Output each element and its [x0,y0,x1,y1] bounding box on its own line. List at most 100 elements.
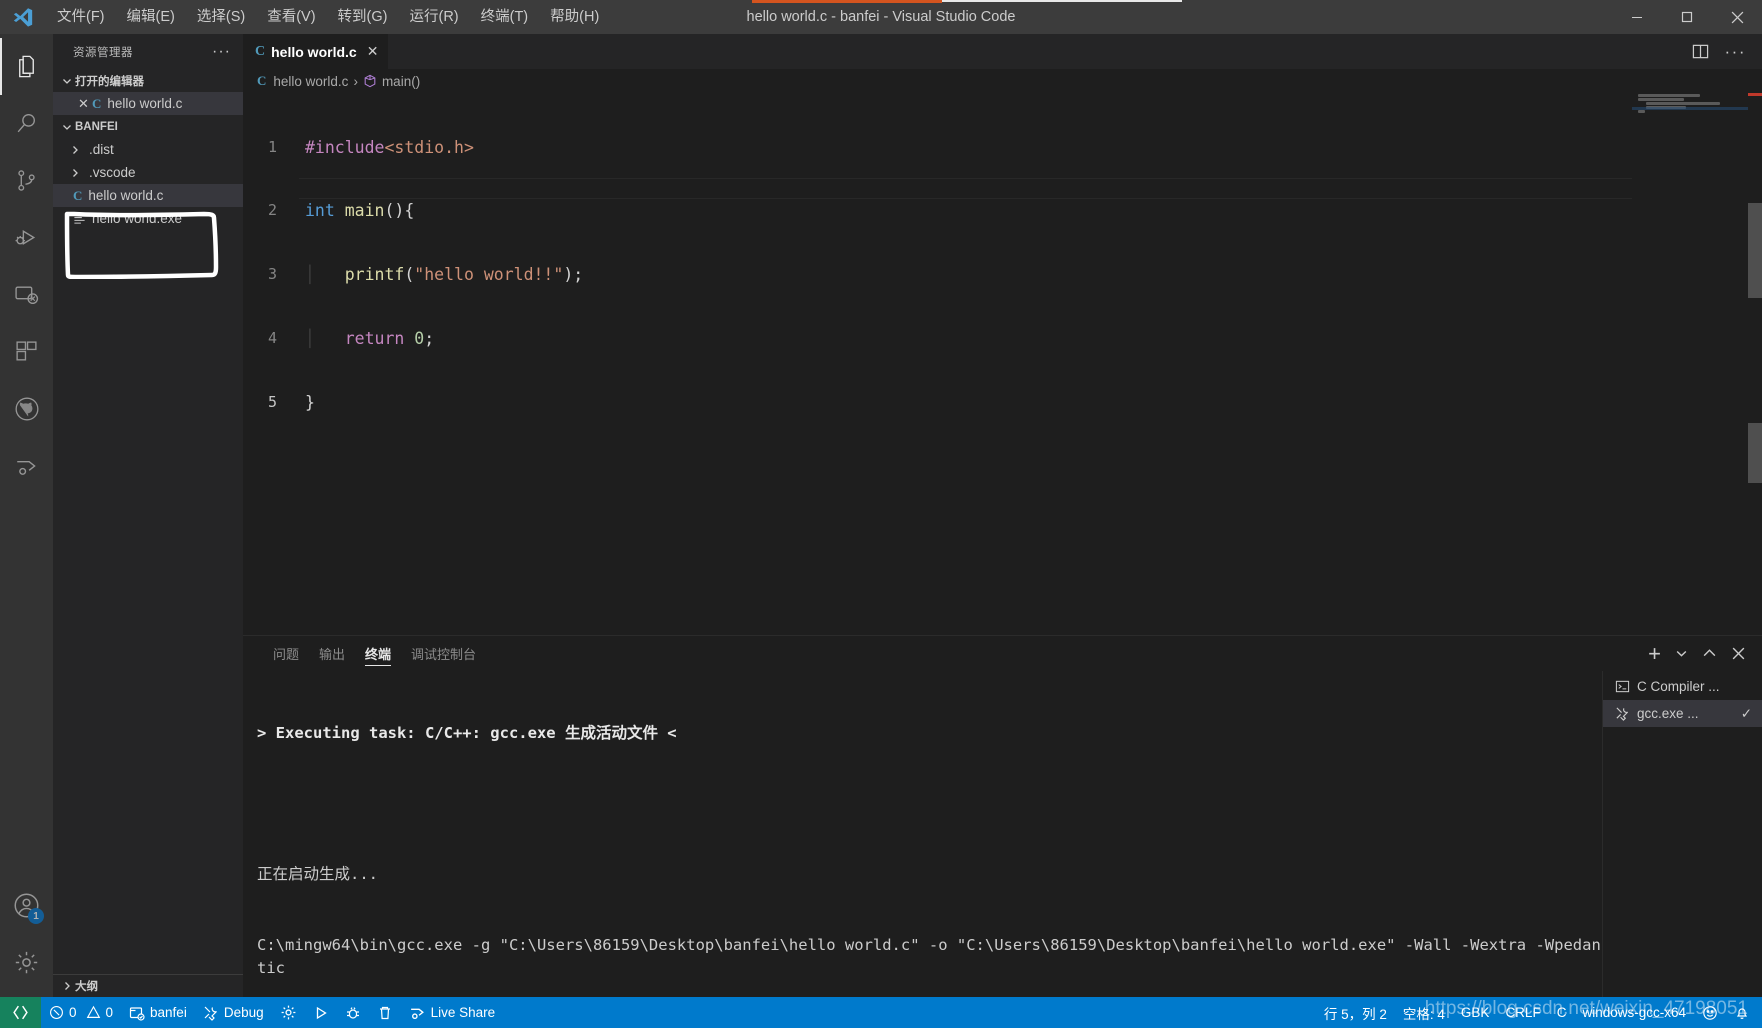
editor-minimap[interactable] [1632,93,1748,635]
tree-item-dist[interactable]: .dist [53,138,243,161]
maximize-button[interactable] [1662,0,1712,34]
error-icon [49,1005,64,1020]
tree-item-vscode[interactable]: .vscode [53,161,243,184]
tools-icon [1615,706,1630,721]
sidebar-title: 资源管理器 [73,46,133,59]
editor-group: C hello world.c ✕ ··· C hello world.c › … [243,34,1762,997]
line-number: 2 [267,201,277,220]
status-remote-indicator[interactable] [0,997,41,1028]
status-eol[interactable]: CRLF [1497,997,1548,1028]
status-indentation[interactable]: 空格: 4 [1395,997,1453,1028]
terminal-list-label: gcc.exe ... [1637,706,1699,721]
activity-bar: 1 [0,34,53,997]
sidebar-more-actions-icon[interactable]: ··· [212,43,231,59]
tab-debug-console[interactable]: 调试控制台 [401,636,486,671]
activity-source-control[interactable] [0,152,53,209]
menu-run[interactable]: 运行(R) [398,0,469,34]
panel-body: > Executing task: C/C++: gcc.exe 生成活动文件 … [243,671,1762,997]
tree-item-hello-world-c[interactable]: C hello world.c [53,184,243,207]
split-editor-icon[interactable] [1692,43,1709,60]
status-live-share-label: Live Share [430,1005,496,1020]
status-language-mode[interactable]: C [1549,997,1575,1028]
scrollbar-thumb[interactable] [1748,203,1762,298]
menu-selection[interactable]: 选择(S) [186,0,256,34]
c-file-icon: C [73,187,83,203]
check-icon: ✓ [1740,705,1752,721]
activity-run-debug[interactable] [0,209,53,266]
section-open-editors[interactable]: 打开的编辑器 [53,69,243,92]
section-folder-banfei[interactable]: BANFEI [53,115,243,138]
breadcrumb-file[interactable]: hello world.c [273,74,348,89]
activity-search[interactable] [0,95,53,152]
status-source-control-branch[interactable]: banfei [121,997,195,1028]
open-editor-item[interactable]: ✕ C hello world.c [53,92,243,115]
terminal-list-item-c-compiler[interactable]: C Compiler ... [1603,673,1762,700]
close-button[interactable] [1712,0,1762,34]
activity-live-share[interactable] [0,437,53,494]
terminal-list-label: C Compiler ... [1637,679,1720,694]
status-cursor-position[interactable]: 行 5，列 2 [1316,997,1395,1028]
activity-github[interactable] [0,380,53,437]
breadcrumb: C hello world.c › main() [243,69,1762,93]
close-icon[interactable]: ✕ [75,96,92,112]
extensions-icon [14,339,39,364]
minimap-viewport[interactable] [1632,107,1748,110]
activity-account[interactable]: 1 [0,877,53,934]
new-terminal-icon[interactable]: + [1648,642,1661,664]
line-number: 3 [267,265,277,284]
close-panel-icon[interactable] [1731,646,1746,661]
status-run-play[interactable] [305,997,337,1028]
tab-output[interactable]: 输出 [309,636,355,671]
search-icon [14,111,39,136]
binary-file-icon [73,212,86,225]
code-line-1: 1 #include<stdio.h> [243,137,1762,158]
status-debug-bug[interactable] [337,997,369,1028]
terminal-list-item-gcc[interactable]: gcc.exe ... ✓ [1603,700,1762,727]
status-debug-config[interactable]: Debug [195,997,272,1028]
editor-scrollbar[interactable] [1748,93,1762,635]
breadcrumb-separator: › [353,73,358,89]
menu-edit[interactable]: 编辑(E) [116,0,186,34]
code-editor[interactable]: 1 #include<stdio.h> 2 int main(){ 3 │ pr… [243,93,1762,635]
menu-terminal[interactable]: 终端(T) [470,0,540,34]
status-warning-count: 0 [105,1005,114,1020]
minimize-button[interactable] [1612,0,1662,34]
status-problems[interactable]: 0 0 [41,997,121,1028]
chevron-right-icon [59,980,75,992]
status-notifications[interactable] [1726,997,1762,1028]
status-feedback[interactable] [1694,997,1726,1028]
menu-view[interactable]: 查看(V) [256,0,326,34]
sidebar-explorer: 资源管理器 ··· 打开的编辑器 ✕ C hello world.c BANFE… [53,34,243,997]
scrollbar-thumb-secondary[interactable] [1748,423,1762,483]
tree-item-hello-world-exe[interactable]: hello world.exe [53,207,243,230]
tab-problems[interactable]: 问题 [263,636,309,671]
remote-indicator-icon [12,1004,29,1021]
line-text: │ printf("hello world!!"); [305,265,584,285]
status-encoding[interactable]: GBK [1453,997,1498,1028]
status-settings-gear[interactable] [272,997,305,1028]
menu-file[interactable]: 文件(F) [46,0,116,34]
status-live-share[interactable]: Live Share [401,997,504,1028]
breadcrumb-symbol[interactable]: main() [382,74,420,89]
terminal-output[interactable]: > Executing task: C/C++: gcc.exe 生成活动文件 … [243,671,1602,997]
close-icon[interactable]: ✕ [367,43,379,60]
vscode-window: 文件(F) 编辑(E) 选择(S) 查看(V) 转到(G) 运行(R) 终端(T… [0,0,1762,1028]
tab-terminal[interactable]: 终端 [355,636,401,671]
chevron-down-icon[interactable] [1675,647,1688,660]
editor-tab-hello-world-c[interactable]: C hello world.c ✕ [243,34,390,69]
minimap-line [1638,94,1700,97]
activity-settings[interactable] [0,934,53,991]
editor-tab-label: hello world.c [271,43,357,60]
menu-help[interactable]: 帮助(H) [539,0,610,34]
editor-more-actions-icon[interactable]: ··· [1725,43,1746,60]
tree-item-dist-label: .dist [89,142,114,157]
maximize-panel-icon[interactable] [1702,646,1717,661]
status-cmake-kit[interactable]: windows-gcc-x64 [1574,997,1694,1028]
activity-explorer[interactable] [0,38,53,95]
menu-go[interactable]: 转到(G) [327,0,399,34]
section-outline[interactable]: 大纲 [53,974,243,997]
activity-remote-explorer[interactable] [0,266,53,323]
status-clean-trash[interactable] [369,997,401,1028]
run-debug-icon [14,225,39,250]
activity-extensions[interactable] [0,323,53,380]
